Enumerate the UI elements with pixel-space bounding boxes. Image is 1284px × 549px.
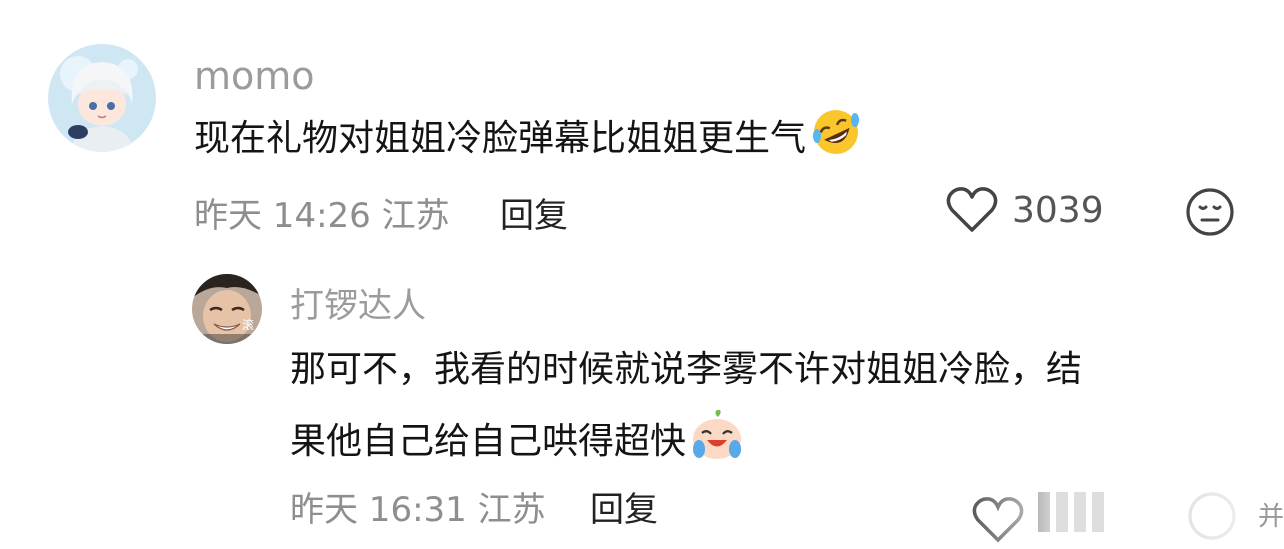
reply-username[interactable]: 打锣达人: [290, 278, 426, 327]
meh-face-icon: [1186, 188, 1234, 236]
comment-location: 江苏: [381, 196, 450, 236]
reply-text-line-2-content: 果他自己给自己哄得超快: [290, 421, 687, 462]
rofl-emoji-icon: [810, 106, 862, 183]
comment-text: 现在礼物对姐姐冷脸弹幕比姐姐更生气: [194, 103, 862, 183]
reply-meta: 昨天 16:31 江苏: [290, 482, 546, 531]
reply-to-reply-button[interactable]: 回复: [590, 482, 658, 531]
comment-text-content: 现在礼物对姐姐冷脸弹幕比姐姐更生气: [194, 118, 807, 159]
reply-location: 江苏: [477, 490, 546, 530]
comment-meta: 昨天 14:26 江苏: [194, 188, 450, 237]
crying-laugh-emoji-icon: [690, 409, 744, 486]
avatar-momo[interactable]: [48, 44, 156, 152]
avatar-dalou[interactable]: 滚: [192, 274, 262, 344]
reply-time: 昨天 16:31: [290, 490, 467, 530]
reply-text: 那可不，我看的时候就说李雾不许对姐姐冷脸，结 果他自己给自己哄得超快: [290, 334, 1082, 486]
heart-icon: [946, 187, 998, 232]
reply-button[interactable]: 回复: [500, 188, 568, 237]
avatar-badge: 滚: [241, 318, 254, 332]
comment-time: 昨天 14:26: [194, 196, 371, 236]
dislike-button[interactable]: [1184, 186, 1236, 242]
like-button[interactable]: 3039: [946, 186, 1104, 234]
reply-text-line-1: 那可不，我看的时候就说李雾不许对姐姐冷脸，结: [290, 349, 1083, 390]
fold-hint[interactable]: 并: [1258, 496, 1284, 533]
fold-overlay: [960, 470, 1284, 549]
like-count: 3039: [1012, 189, 1104, 231]
comment-username[interactable]: momo: [194, 54, 315, 98]
